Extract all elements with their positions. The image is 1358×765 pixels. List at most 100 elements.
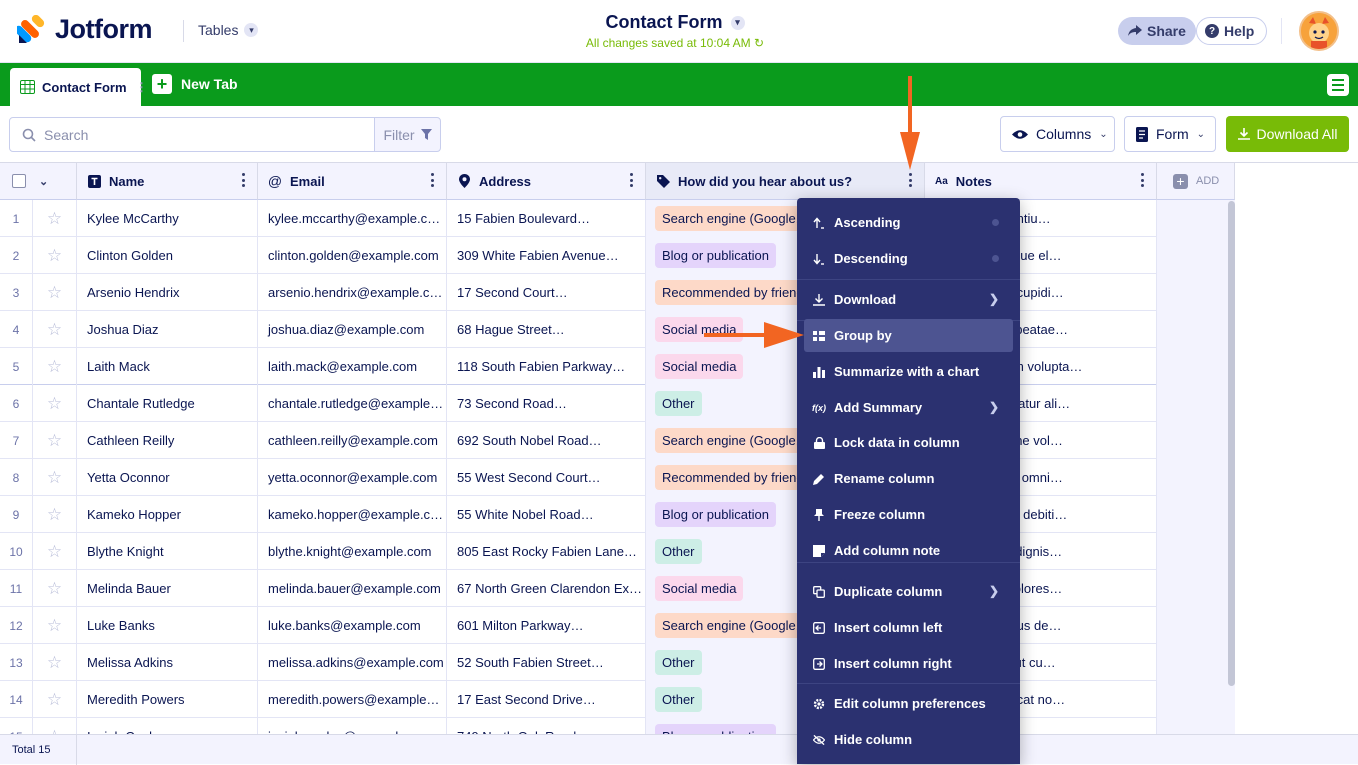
star-icon[interactable]: ☆	[33, 422, 77, 459]
star-icon[interactable]: ☆	[33, 237, 77, 274]
cell-address[interactable]: 55 White Nobel Road…	[447, 496, 646, 533]
select-all-header[interactable]: ⌄	[0, 163, 77, 200]
cell-email[interactable]: joshua.diaz@example.com	[258, 311, 447, 348]
star-icon[interactable]: ☆	[33, 311, 77, 348]
cell-name[interactable]: Chantale Rutledge	[77, 385, 258, 422]
search-box[interactable]	[9, 117, 375, 152]
cell-email[interactable]: kameko.hopper@example.c…	[258, 496, 447, 533]
help-button[interactable]: ? Help	[1196, 17, 1268, 45]
menu-item-group-by[interactable]: Group by	[804, 319, 1013, 352]
star-icon[interactable]: ☆	[33, 570, 77, 607]
column-options-icon[interactable]	[1141, 173, 1144, 187]
cell-email[interactable]: clinton.golden@example.com	[258, 237, 447, 274]
cell-email[interactable]: melinda.bauer@example.com	[258, 570, 447, 607]
cell-name[interactable]: Melinda Bauer	[77, 570, 258, 607]
cell-email[interactable]: laith.mack@example.com	[258, 348, 447, 385]
column-header-name[interactable]: Name	[77, 163, 258, 200]
star-icon[interactable]: ☆	[33, 200, 77, 237]
column-options-icon[interactable]	[909, 173, 912, 187]
menu-item-freeze-column[interactable]: Freeze column	[804, 498, 1013, 531]
column-header-address[interactable]: Address	[447, 163, 646, 200]
star-icon[interactable]: ☆	[33, 718, 77, 734]
column-header-source[interactable]: How did you hear about us?	[646, 163, 925, 200]
cell-email[interactable]: isaiah.conley@example.com	[258, 718, 447, 734]
user-avatar[interactable]	[1299, 11, 1339, 51]
cell-address[interactable]: 68 Hague Street…	[447, 311, 646, 348]
menu-item-ascending[interactable]: Ascending	[804, 206, 1013, 239]
menu-item-descending[interactable]: Descending	[804, 242, 1013, 275]
star-icon[interactable]: ☆	[33, 681, 77, 718]
cell-name[interactable]: Yetta Oconnor	[77, 459, 258, 496]
cell-name[interactable]: Clinton Golden	[77, 237, 258, 274]
menu-item-insert-column-left[interactable]: Insert column left	[804, 611, 1013, 644]
cell-name[interactable]: Cathleen Reilly	[77, 422, 258, 459]
star-icon[interactable]: ☆	[33, 385, 77, 422]
cell-address[interactable]: 601 Milton Parkway…	[447, 607, 646, 644]
column-options-icon[interactable]	[630, 173, 633, 187]
cell-email[interactable]: melissa.adkins@example.com	[258, 644, 447, 681]
form-button[interactable]: Form ⌄	[1124, 116, 1216, 152]
search-input[interactable]	[44, 126, 344, 143]
cell-name[interactable]: Meredith Powers	[77, 681, 258, 718]
cell-name[interactable]: Kylee McCarthy	[77, 200, 258, 237]
column-options-icon[interactable]	[242, 173, 245, 187]
form-title-dropdown[interactable]: Contact Form ▾	[606, 12, 745, 33]
star-icon[interactable]: ☆	[33, 496, 77, 533]
cell-address[interactable]: 309 White Fabien Avenue…	[447, 237, 646, 274]
new-tab-button[interactable]: + New Tab	[152, 74, 238, 94]
cell-name[interactable]: Laith Mack	[77, 348, 258, 385]
cell-address[interactable]: 67 North Green Clarendon Ex…	[447, 570, 646, 607]
jotform-logo[interactable]: Jotform	[17, 14, 153, 45]
cell-name[interactable]: Isaiah Conley	[77, 718, 258, 734]
cell-email[interactable]: cathleen.reilly@example.com	[258, 422, 447, 459]
cell-address[interactable]: 749 North Oak Road…	[447, 718, 646, 734]
cell-address[interactable]: 118 South Fabien Parkway…	[447, 348, 646, 385]
star-icon[interactable]: ☆	[33, 459, 77, 496]
cell-name[interactable]: Joshua Diaz	[77, 311, 258, 348]
cell-name[interactable]: Blythe Knight	[77, 533, 258, 570]
cell-address[interactable]: 692 South Nobel Road…	[447, 422, 646, 459]
cell-address[interactable]: 55 West Second Court…	[447, 459, 646, 496]
star-icon[interactable]: ☆	[33, 607, 77, 644]
menu-item-edit-column-preferences[interactable]: Edit column preferences	[804, 687, 1013, 720]
menu-item-insert-column-right[interactable]: Insert column right	[804, 647, 1013, 680]
cell-email[interactable]: arsenio.hendrix@example.c…	[258, 274, 447, 311]
star-icon[interactable]: ☆	[33, 274, 77, 311]
cell-email[interactable]: blythe.knight@example.com	[258, 533, 447, 570]
menu-item-lock-data-in-column[interactable]: Lock data in column	[804, 426, 1013, 459]
column-header-email[interactable]: @ Email	[258, 163, 447, 200]
cell-address[interactable]: 15 Fabien Boulevard…	[447, 200, 646, 237]
cell-email[interactable]: yetta.oconnor@example.com	[258, 459, 447, 496]
select-all-checkbox[interactable]	[12, 174, 26, 188]
cell-email[interactable]: meredith.powers@example…	[258, 681, 447, 718]
cell-address[interactable]: 52 South Fabien Street…	[447, 644, 646, 681]
cell-email[interactable]: chantale.rutledge@example…	[258, 385, 447, 422]
menu-item-download[interactable]: Download ❯	[804, 283, 1013, 316]
columns-button[interactable]: Columns ⌄	[1000, 116, 1115, 152]
cell-address[interactable]: 17 Second Court…	[447, 274, 646, 311]
download-all-button[interactable]: Download All	[1226, 116, 1349, 152]
cell-name[interactable]: Kameko Hopper	[77, 496, 258, 533]
cell-name[interactable]: Arsenio Hendrix	[77, 274, 258, 311]
menu-item-rename-column[interactable]: Rename column	[804, 462, 1013, 495]
column-header-notes[interactable]: Aa Notes	[925, 163, 1157, 200]
cell-email[interactable]: kylee.mccarthy@example.c…	[258, 200, 447, 237]
tab-contact-form[interactable]: Contact Form ⋮	[10, 68, 148, 106]
cell-address[interactable]: 805 East Rocky Fabien Lane…	[447, 533, 646, 570]
menu-item-summarize-with-a-chart[interactable]: Summarize with a chart	[804, 355, 1013, 388]
share-button[interactable]: Share	[1118, 17, 1196, 45]
menu-item-add-column-note[interactable]: Add column note	[804, 534, 1013, 567]
chevron-down-icon[interactable]: ⌄	[39, 175, 48, 188]
vertical-scrollbar[interactable]	[1228, 201, 1235, 686]
menu-item-add-summary[interactable]: f(x) Add Summary ❯	[804, 391, 1013, 424]
cell-name[interactable]: Melissa Adkins	[77, 644, 258, 681]
cell-address[interactable]: 17 East Second Drive…	[447, 681, 646, 718]
column-options-icon[interactable]	[431, 173, 434, 187]
menu-item-duplicate-column[interactable]: Duplicate column ❯	[804, 575, 1013, 608]
tab-options-icon[interactable]: ⋮	[136, 81, 148, 93]
cell-email[interactable]: luke.banks@example.com	[258, 607, 447, 644]
cell-address[interactable]: 73 Second Road…	[447, 385, 646, 422]
add-column-button[interactable]: + ADD	[1157, 163, 1235, 200]
cell-name[interactable]: Luke Banks	[77, 607, 258, 644]
menu-item-hide-column[interactable]: Hide column	[804, 723, 1013, 756]
